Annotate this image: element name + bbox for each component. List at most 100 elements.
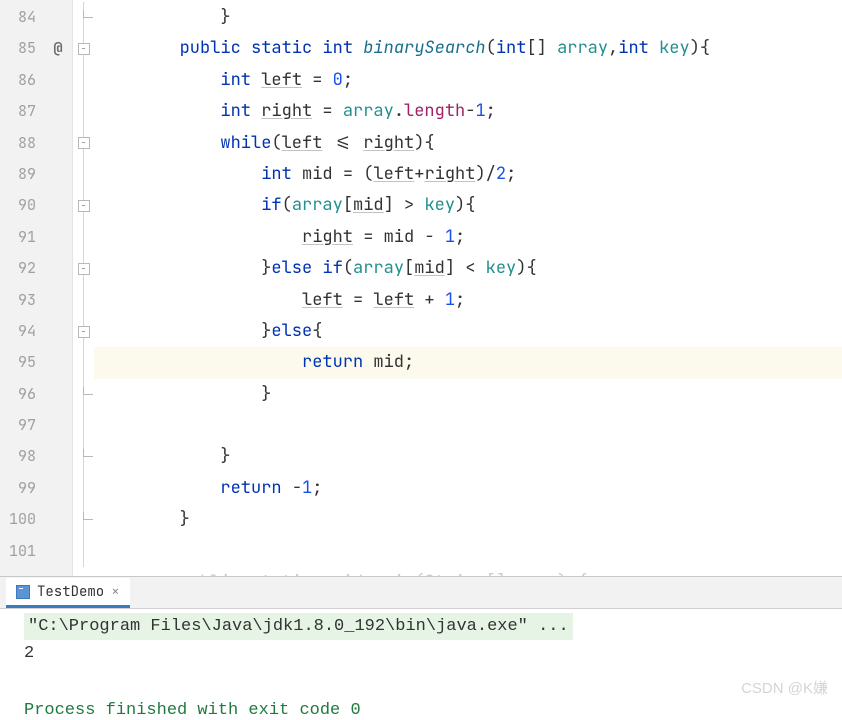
- fold-cell[interactable]: [73, 285, 94, 316]
- line-number-gutter[interactable]: 84858687888990919293949596979899100101: [0, 0, 44, 576]
- fold-cell[interactable]: −: [73, 33, 94, 64]
- fold-cell[interactable]: [73, 96, 94, 127]
- fold-cell[interactable]: [73, 379, 94, 410]
- fold-cell[interactable]: [73, 222, 94, 253]
- code-line[interactable]: [94, 536, 842, 567]
- marker-cell[interactable]: [44, 128, 72, 159]
- fold-cell[interactable]: [73, 441, 94, 472]
- code-line[interactable]: }else if(array[mid] < key){: [94, 253, 842, 284]
- fold-cell[interactable]: [73, 473, 94, 504]
- code-line[interactable]: }else{: [94, 316, 842, 347]
- marker-cell[interactable]: [44, 441, 72, 472]
- code-token: ;: [506, 163, 516, 185]
- fold-collapse-icon[interactable]: −: [78, 200, 90, 212]
- code-line[interactable]: }: [94, 504, 842, 535]
- marker-cell[interactable]: [44, 222, 72, 253]
- marker-cell[interactable]: [44, 2, 72, 33]
- line-number[interactable]: 89: [0, 159, 36, 190]
- code-line[interactable]: right = mid - 1;: [94, 222, 842, 253]
- line-number[interactable]: 97: [0, 410, 36, 441]
- fold-collapse-icon[interactable]: −: [78, 43, 90, 55]
- marker-cell[interactable]: [44, 159, 72, 190]
- code-token: length: [404, 100, 465, 122]
- code-line[interactable]: }: [94, 379, 842, 410]
- line-number[interactable]: 90: [0, 190, 36, 221]
- code-line[interactable]: }: [94, 441, 842, 472]
- marker-cell[interactable]: [44, 316, 72, 347]
- line-number[interactable]: 101: [0, 536, 36, 567]
- fold-cell[interactable]: [73, 504, 94, 535]
- fold-cell[interactable]: −: [73, 128, 94, 159]
- code-token: mid;: [373, 351, 414, 373]
- code-line[interactable]: if(array[mid] > key){: [94, 190, 842, 221]
- code-token: -: [292, 477, 302, 499]
- code-line[interactable]: int right = array.length-1;: [94, 96, 842, 127]
- fold-collapse-icon[interactable]: −: [78, 263, 90, 275]
- fold-cell[interactable]: −: [73, 253, 94, 284]
- line-number[interactable]: 85: [0, 33, 36, 64]
- code-editor[interactable]: 84858687888990919293949596979899100101 @…: [0, 0, 842, 576]
- fold-cell[interactable]: [73, 347, 94, 378]
- close-icon[interactable]: ×: [111, 583, 119, 601]
- fold-collapse-icon[interactable]: −: [78, 326, 90, 338]
- marker-cell[interactable]: [44, 285, 72, 316]
- code-token: (: [282, 194, 292, 216]
- console-output[interactable]: "C:\Program Files\Java\jdk1.8.0_192\bin\…: [0, 609, 842, 671]
- fold-cell[interactable]: [73, 410, 94, 441]
- code-token: array: [292, 194, 343, 216]
- line-number[interactable]: 94: [0, 316, 36, 347]
- marker-cell[interactable]: [44, 473, 72, 504]
- code-content[interactable]: } public static int binarySearch(int[] a…: [94, 0, 842, 576]
- code-token: ){: [690, 37, 710, 59]
- code-line[interactable]: left = left + 1;: [94, 285, 842, 316]
- line-number[interactable]: 98: [0, 441, 36, 472]
- fold-cell[interactable]: [73, 2, 94, 33]
- fold-cell[interactable]: −: [73, 190, 94, 221]
- marker-cell[interactable]: [44, 410, 72, 441]
- line-number[interactable]: 100: [0, 504, 36, 535]
- code-token: 2: [496, 163, 506, 185]
- line-number[interactable]: 93: [0, 285, 36, 316]
- code-line[interactable]: public static int binarySearch(int[] arr…: [94, 33, 842, 64]
- code-token: int: [220, 100, 261, 122]
- code-line[interactable]: return -1;: [94, 473, 842, 504]
- marker-cell[interactable]: [44, 65, 72, 96]
- line-number[interactable]: 88: [0, 128, 36, 159]
- code-line[interactable]: int mid = (left+right)/2;: [94, 159, 842, 190]
- console-tab-testdemo[interactable]: TestDemo ×: [6, 578, 130, 608]
- fold-cell[interactable]: [73, 65, 94, 96]
- line-number[interactable]: 86: [0, 65, 36, 96]
- marker-cell[interactable]: [44, 379, 72, 410]
- line-number[interactable]: 96: [0, 379, 36, 410]
- fold-cell[interactable]: −: [73, 316, 94, 347]
- marker-cell[interactable]: @: [44, 33, 72, 64]
- code-line[interactable]: return mid;: [94, 347, 842, 378]
- code-line[interactable]: [94, 410, 842, 441]
- marker-cell[interactable]: [44, 347, 72, 378]
- fold-cell[interactable]: [73, 159, 94, 190]
- marker-cell[interactable]: [44, 190, 72, 221]
- line-number[interactable]: 84: [0, 2, 36, 33]
- code-line[interactable]: while(left <= right){: [94, 128, 842, 159]
- line-number[interactable]: 92: [0, 253, 36, 284]
- line-number[interactable]: 87: [0, 96, 36, 127]
- marker-cell[interactable]: [44, 536, 72, 567]
- marker-cell[interactable]: [44, 253, 72, 284]
- marker-cell[interactable]: [44, 96, 72, 127]
- line-number[interactable]: 95: [0, 347, 36, 378]
- code-token: if: [261, 194, 281, 216]
- code-token: array: [557, 37, 608, 59]
- line-number[interactable]: 91: [0, 222, 36, 253]
- fold-cell[interactable]: [73, 536, 94, 567]
- fold-gutter[interactable]: − − − − −: [72, 0, 94, 576]
- marker-gutter[interactable]: @: [44, 0, 72, 576]
- run-tab-icon: [16, 585, 30, 599]
- code-line[interactable]: }: [94, 2, 842, 33]
- fold-collapse-icon[interactable]: −: [78, 137, 90, 149]
- code-line[interactable]: int left = 0;: [94, 65, 842, 96]
- code-token: int: [261, 163, 302, 185]
- marker-cell[interactable]: [44, 504, 72, 535]
- code-token: -: [465, 100, 475, 122]
- line-number[interactable]: 99: [0, 473, 36, 504]
- code-token: (: [486, 37, 496, 59]
